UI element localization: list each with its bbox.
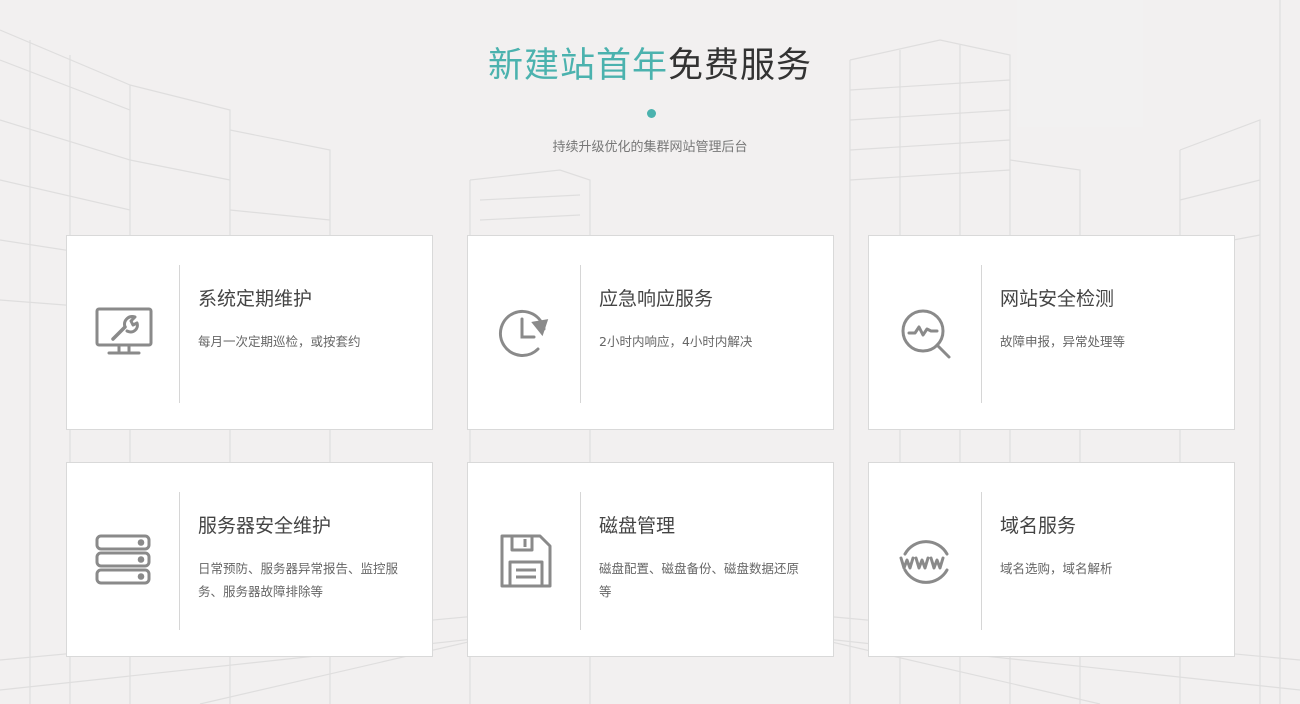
service-title: 磁盘管理 <box>599 515 676 537</box>
card-separator <box>580 492 581 630</box>
service-description: 故障申报，异常处理等 <box>1000 334 1126 349</box>
service-title: 网站安全检测 <box>1000 288 1115 310</box>
magnifier-pulse-icon <box>893 301 959 367</box>
card-separator <box>981 492 982 630</box>
section-title-rest: 免费服务 <box>668 46 813 86</box>
section-header: 新建站首年免费服务 <box>0 42 1300 90</box>
www-globe-icon <box>893 528 959 594</box>
service-description: 每月一次定期巡检，或按套约 <box>198 334 361 349</box>
monitor-wrench-icon <box>91 301 157 367</box>
card-separator <box>580 265 581 403</box>
service-description: 磁盘配置、磁盘备份、磁盘数据还原等 <box>599 561 800 599</box>
section-title-accent: 新建站首年 <box>487 46 668 86</box>
free-services-section: 新建站首年免费服务 持续升级优化的集群网站管理后台 系统定期维护 每月一次定期巡… <box>0 0 1300 704</box>
service-card-server-security[interactable]: 服务器安全维护 日常预防、服务器异常报告、监控服务、服务器故障排除等 <box>66 462 433 657</box>
floppy-disk-icon <box>492 528 558 594</box>
card-separator <box>179 265 180 403</box>
service-card-domain-service[interactable]: 域名服务 域名选购，域名解析 <box>868 462 1235 657</box>
service-title: 系统定期维护 <box>198 288 313 310</box>
service-card-system-maintenance[interactable]: 系统定期维护 每月一次定期巡检，或按套约 <box>66 235 433 430</box>
service-description: 2小时内响应，4小时内解决 <box>599 334 753 349</box>
section-subtitle: 持续升级优化的集群网站管理后台 <box>552 140 748 155</box>
server-stack-icon <box>91 528 157 594</box>
card-separator <box>981 265 982 403</box>
title-divider-dot <box>647 109 656 118</box>
service-title: 服务器安全维护 <box>198 515 332 537</box>
section-title: 新建站首年免费服务 <box>0 42 1300 90</box>
service-card-security-scan[interactable]: 网站安全检测 故障申报，异常处理等 <box>868 235 1235 430</box>
service-card-disk-management[interactable]: 磁盘管理 磁盘配置、磁盘备份、磁盘数据还原等 <box>467 462 834 657</box>
clock-refresh-icon <box>492 301 558 367</box>
service-title: 域名服务 <box>1000 515 1077 537</box>
service-title: 应急响应服务 <box>599 288 714 310</box>
service-description: 日常预防、服务器异常报告、监控服务、服务器故障排除等 <box>198 561 399 599</box>
card-separator <box>179 492 180 630</box>
service-description: 域名选购，域名解析 <box>1000 561 1113 576</box>
service-card-emergency-response[interactable]: 应急响应服务 2小时内响应，4小时内解决 <box>467 235 834 430</box>
